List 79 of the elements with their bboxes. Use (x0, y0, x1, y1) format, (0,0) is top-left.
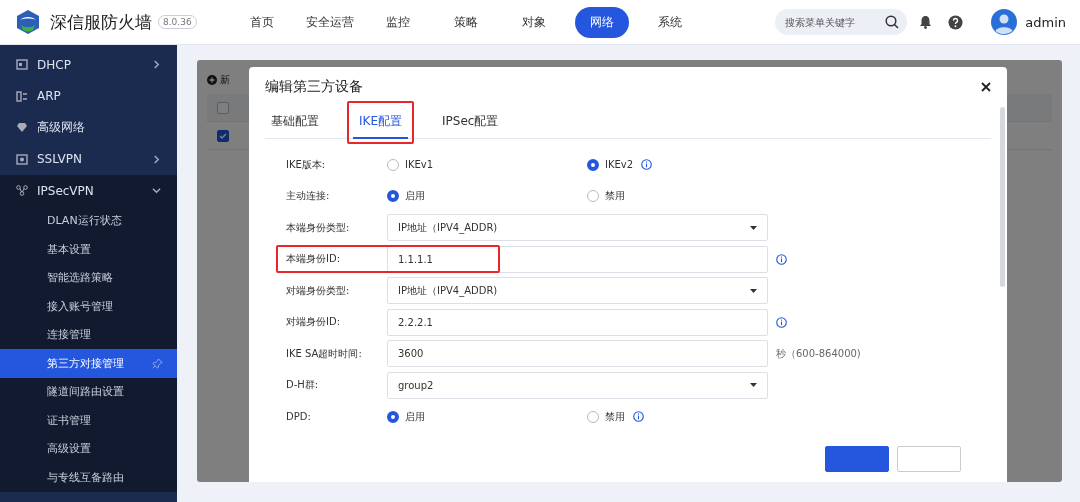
monitor-icon (16, 153, 28, 165)
search-icon[interactable] (885, 15, 900, 29)
select-field[interactable]: IP地址（IPV4_ADDR) (387, 214, 768, 242)
sidebar-item[interactable]: ARP (0, 80, 177, 112)
scrollbar[interactable] (1000, 107, 1005, 287)
logo-icon (14, 8, 42, 36)
sidebar-subitem[interactable]: 智能选路策略 (0, 263, 177, 292)
radio-option[interactable]: 禁用 (587, 189, 625, 204)
sidebar-subitem[interactable]: 基本设置 (0, 235, 177, 264)
field-label: IKE SA超时时间: (286, 346, 363, 361)
select-field[interactable]: group2 (387, 371, 768, 399)
info-icon (633, 411, 644, 423)
close-icon[interactable] (981, 82, 991, 92)
field-label: 对端身份类型: (286, 283, 351, 298)
sidebar-subitem[interactable]: 连接管理 (0, 320, 177, 349)
sidebar-subitem[interactable]: 接入账号管理 (0, 292, 177, 321)
info-icon (776, 316, 787, 328)
add-label[interactable]: 新 (220, 73, 230, 87)
sidebar-item[interactable]: IPSecVPN (0, 175, 177, 207)
input-field[interactable]: 3600 (387, 340, 768, 368)
nav-tab[interactable]: 对象 (506, 6, 561, 38)
server-icon (16, 59, 28, 71)
search-field[interactable]: 搜索菜单关键字 (775, 9, 908, 35)
info-icon (776, 253, 787, 265)
radio-option[interactable]: 启用 (387, 409, 425, 424)
caret-icon (750, 225, 757, 230)
field-label: 本端身份类型: (286, 220, 351, 235)
tab[interactable]: IPSec配置 (436, 107, 505, 139)
select-field[interactable]: IP地址（IPV4_ADDR) (387, 277, 768, 305)
field-label: D-H群: (286, 378, 320, 393)
tab[interactable]: IKE配置 (353, 107, 408, 139)
range-hint: 秒（600-864000) (776, 346, 861, 361)
sidebar-subitem[interactable]: 高级设置 (0, 434, 177, 463)
field-label: 对端身份ID: (286, 315, 342, 330)
field-label: 本端身份ID: (286, 252, 342, 267)
sidebar-item[interactable]: DHCP (0, 49, 177, 81)
dialog-title: 编辑第三方设备 (265, 78, 363, 96)
field-label: IKE版本: (286, 157, 327, 172)
nav-tab[interactable]: 安全运营 (302, 6, 357, 38)
info-icon (641, 159, 653, 171)
field-label: 主动连接: (286, 189, 331, 204)
input-field[interactable]: 1.1.1.1 (387, 245, 768, 273)
radio-option[interactable]: 禁用 (587, 409, 625, 424)
brand-name: 深信服防火墙 (50, 10, 152, 34)
help-icon[interactable] (948, 14, 964, 30)
chevron-right-icon (152, 60, 161, 70)
nav-tab[interactable]: 首页 (234, 6, 289, 38)
checkbox[interactable] (217, 101, 229, 114)
radio-option[interactable]: 启用 (387, 189, 425, 204)
search-input[interactable]: 搜索菜单关键字 (783, 15, 884, 29)
input-field[interactable]: 2.2.2.1 (387, 308, 768, 336)
sidebar-subitem[interactable]: DLAN运行状态 (0, 206, 177, 235)
field-label: DPD: (286, 411, 312, 423)
nav-tab[interactable]: 网络 (574, 6, 629, 38)
user-name[interactable]: admin (1025, 14, 1066, 30)
chevron-right-icon (152, 154, 161, 164)
sidebar-subitem[interactable]: 隧道间路由设置 (0, 377, 177, 406)
sidebar-subitem[interactable]: 与专线互备路由 (0, 463, 177, 492)
nav-tab[interactable]: 监控 (370, 6, 425, 38)
diamond-icon (16, 122, 28, 134)
nav-tab[interactable]: 系统 (642, 6, 697, 38)
tab[interactable]: 基础配置 (265, 107, 325, 139)
bell-icon[interactable] (919, 15, 933, 29)
avatar[interactable] (991, 9, 1018, 35)
list-icon (16, 90, 28, 102)
radio-option[interactable]: IKEv1 (387, 158, 434, 171)
checkbox[interactable] (217, 129, 229, 142)
sidebar-subitem[interactable]: 证书管理 (0, 406, 177, 435)
add-icon (207, 75, 217, 85)
caret-icon (750, 288, 757, 293)
nav-tab[interactable]: 策略 (438, 6, 493, 38)
sidebar-item[interactable]: 高级网络 (0, 112, 177, 144)
radio-option[interactable]: IKEv2 (587, 158, 634, 171)
pin-icon[interactable] (152, 357, 163, 369)
sidebar-item[interactable]: SSLVPN (0, 143, 177, 175)
caret-icon (750, 383, 757, 388)
network-icon (16, 185, 28, 197)
chevron-down-icon (152, 186, 161, 196)
sidebar-subitem[interactable]: 第三方对接管理 (0, 349, 177, 378)
